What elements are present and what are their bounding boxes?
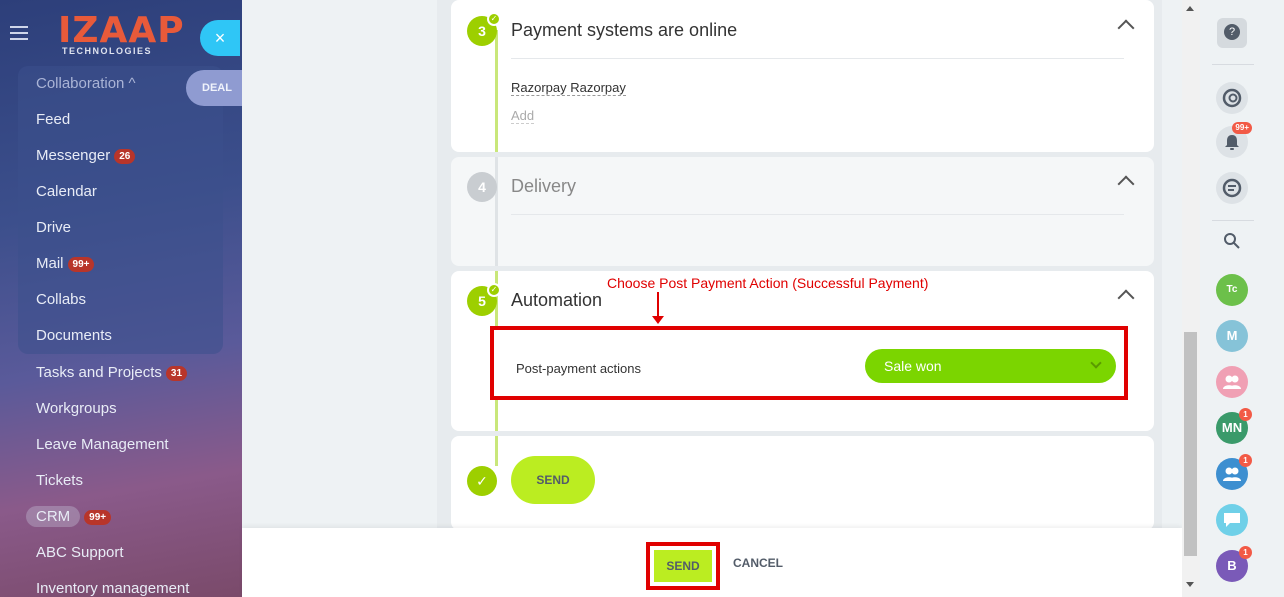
- crm-count-badge: 99+: [84, 510, 112, 525]
- sidebar-item-abc-support[interactable]: ABC Support: [36, 544, 124, 561]
- chevron-up-icon[interactable]: [1117, 19, 1135, 37]
- sidebar-item-mail[interactable]: Mail 99+: [36, 255, 95, 272]
- avatar-mn[interactable]: MN 1: [1216, 408, 1252, 444]
- avatar-group-pink[interactable]: [1216, 366, 1248, 398]
- send-highlight: SEND: [646, 542, 720, 590]
- send-step-button[interactable]: SEND: [511, 456, 595, 504]
- step-payment-systems: 3 ✓ Payment systems are online Razorpay …: [451, 0, 1154, 152]
- check-circle-icon: ✓: [467, 466, 497, 496]
- sidebar-item-feed[interactable]: Feed: [36, 111, 70, 128]
- close-slider-button[interactable]: ×: [200, 20, 240, 56]
- users-icon: [1223, 467, 1241, 481]
- main-content: 3 ✓ Payment systems are online Razorpay …: [242, 0, 1182, 597]
- search-icon: [1224, 233, 1240, 249]
- copilot-button[interactable]: [1216, 82, 1248, 114]
- sidebar-item-documents[interactable]: Documents: [36, 327, 112, 344]
- mail-count-badge: 99+: [67, 257, 95, 272]
- right-panel: ? 99+ Tc M MN 1 1 B1: [1200, 0, 1284, 597]
- sidebar-section-collaboration[interactable]: Collaboration ^: [36, 75, 136, 92]
- sidebar-item-leave-management[interactable]: Leave Management: [36, 436, 169, 453]
- deal-slider-tab[interactable]: DEAL: [186, 70, 242, 106]
- sidebar-item-inventory[interactable]: Inventory management: [36, 580, 189, 597]
- chevron-up-icon[interactable]: [1117, 289, 1135, 307]
- chevron-down-icon: [1090, 357, 1102, 369]
- sidebar-item-collabs[interactable]: Collabs: [36, 291, 86, 308]
- close-icon: ×: [214, 28, 226, 48]
- help-icon: ?: [1224, 24, 1240, 40]
- arrow-down-icon: [652, 316, 664, 324]
- sidebar-item-crm[interactable]: CRM 99+: [26, 506, 112, 527]
- avatar-chat[interactable]: [1216, 504, 1248, 536]
- sidebar-item-workgroups[interactable]: Workgroups: [36, 400, 117, 417]
- search-button[interactable]: [1216, 225, 1248, 257]
- bell-icon: [1225, 135, 1239, 150]
- avatar-b[interactable]: B1: [1216, 546, 1252, 582]
- collaboration-panel: [18, 66, 223, 354]
- cancel-button[interactable]: CANCEL: [733, 556, 783, 570]
- menu-icon[interactable]: [10, 26, 28, 40]
- company-logo-subtitle: TECHNOLOGIES: [62, 46, 153, 56]
- footer-bar: SEND CANCEL: [242, 528, 1182, 597]
- add-payment-link[interactable]: Add: [511, 108, 535, 124]
- sidebar-item-drive[interactable]: Drive: [36, 219, 71, 236]
- tasks-count-badge: 31: [165, 366, 188, 381]
- check-icon: ✓: [487, 283, 501, 297]
- avatar-group-blue-badge: 1: [1239, 454, 1252, 467]
- scroll-thumb[interactable]: [1184, 332, 1197, 556]
- notifications-badge: 99+: [1232, 122, 1252, 134]
- step-delivery: 4 Delivery: [451, 157, 1154, 266]
- sidebar-item-tasks-projects[interactable]: Tasks and Projects 31: [36, 364, 188, 381]
- payment-wizard: 3 ✓ Payment systems are online Razorpay …: [437, 0, 1162, 530]
- razorpay-link[interactable]: Razorpay Razorpay: [511, 80, 626, 96]
- annotation-text: Choose Post Payment Action (Successful P…: [607, 275, 929, 291]
- avatar-m[interactable]: M: [1216, 320, 1248, 352]
- post-payment-label: Post-payment actions: [516, 361, 642, 376]
- sidebar-item-tickets[interactable]: Tickets: [36, 472, 83, 489]
- post-payment-action-select[interactable]: Sale won: [865, 349, 1116, 383]
- notifications-button[interactable]: 99+: [1216, 122, 1252, 158]
- step-title-payment: Payment systems are online: [511, 20, 738, 40]
- step-title-automation: Automation: [511, 290, 603, 310]
- messenger-count-badge: 26: [114, 149, 136, 164]
- users-icon: [1223, 375, 1241, 389]
- message-icon: [1224, 513, 1240, 527]
- chat-search-icon: [1222, 178, 1242, 198]
- sidebar-item-calendar[interactable]: Calendar: [36, 183, 97, 200]
- chevron-up-icon[interactable]: [1117, 175, 1135, 193]
- scroll-down-icon[interactable]: [1186, 582, 1194, 587]
- vertical-scrollbar[interactable]: [1182, 0, 1200, 597]
- avatar-group-blue[interactable]: 1: [1216, 454, 1252, 490]
- copilot-icon: [1222, 88, 1242, 108]
- scroll-up-icon[interactable]: [1186, 6, 1194, 11]
- check-icon: ✓: [487, 12, 501, 26]
- post-payment-actions-row: Post-payment actions Sale won: [490, 326, 1128, 400]
- avatar-mn-badge: 1: [1239, 408, 1252, 421]
- sidebar-item-messenger[interactable]: Messenger 26: [36, 147, 136, 164]
- send-button[interactable]: SEND: [654, 550, 712, 582]
- step-number-4: 4: [467, 172, 497, 202]
- help-button[interactable]: ?: [1217, 18, 1247, 48]
- company-logo: IZAAP: [58, 10, 185, 51]
- left-sidebar: IZAAP TECHNOLOGIES Collaboration ^ Feed …: [0, 0, 242, 597]
- step-send: ✓ SEND: [451, 436, 1154, 530]
- step-title-delivery: Delivery: [511, 176, 577, 196]
- avatar-tc[interactable]: Tc: [1216, 274, 1248, 306]
- avatar-b-badge: 1: [1239, 546, 1252, 559]
- chat-button[interactable]: [1216, 172, 1248, 204]
